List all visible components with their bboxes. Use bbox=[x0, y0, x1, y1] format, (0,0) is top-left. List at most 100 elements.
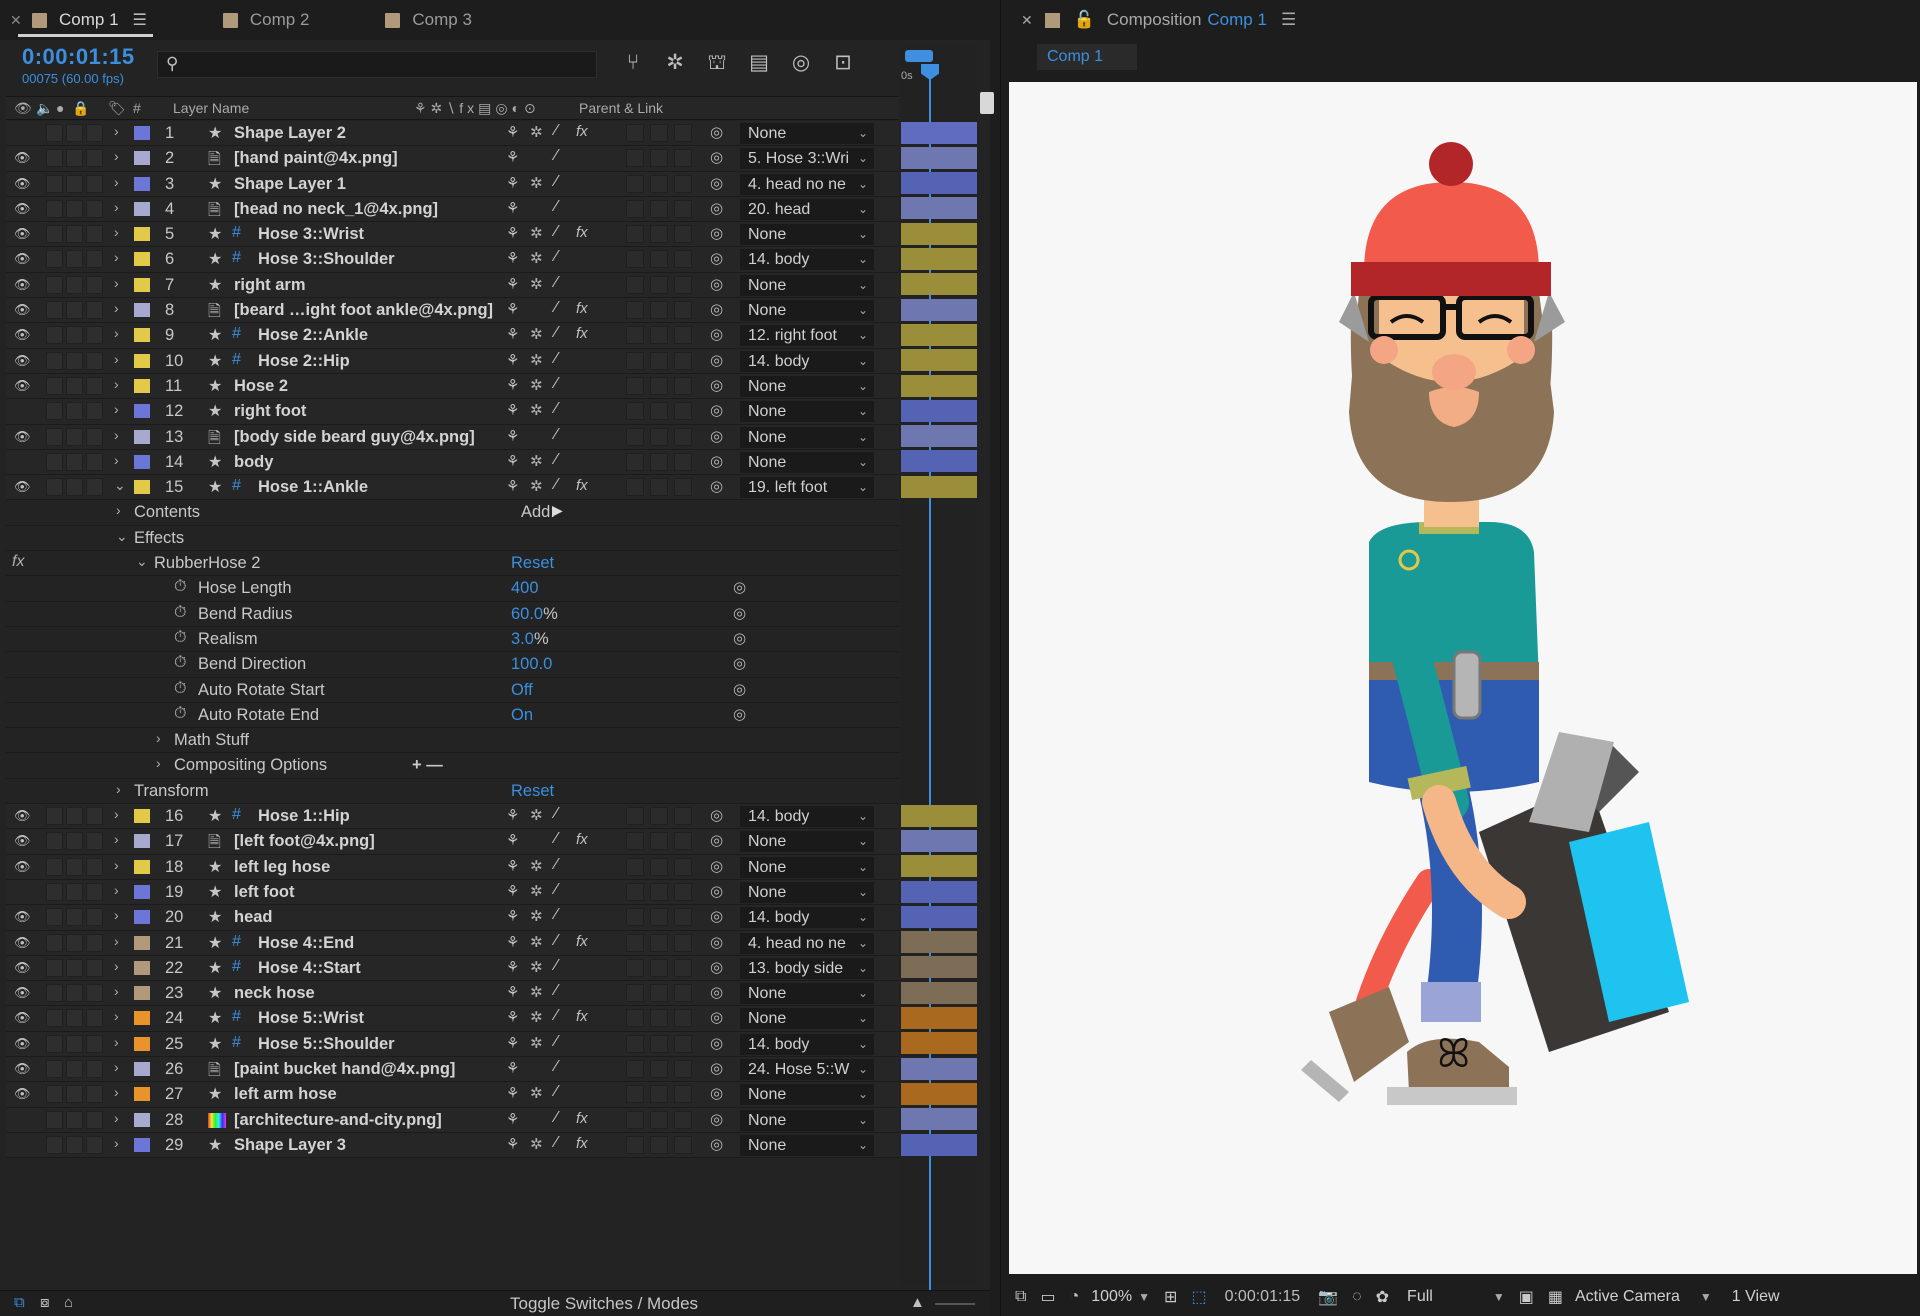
work-area-start[interactable] bbox=[905, 50, 933, 62]
layer-duration-bar[interactable] bbox=[901, 1057, 977, 1080]
switch-box[interactable] bbox=[674, 1059, 692, 1078]
pick-whip-icon[interactable]: ◎ bbox=[710, 1084, 723, 1102]
label-color[interactable] bbox=[134, 1112, 150, 1127]
solo-toggle[interactable] bbox=[66, 478, 83, 497]
always-preview-icon[interactable]: ⧉ bbox=[1015, 1288, 1026, 1306]
switch-box[interactable] bbox=[626, 149, 644, 168]
label-color[interactable] bbox=[134, 454, 150, 469]
switch-box[interactable] bbox=[626, 807, 644, 826]
layer-name[interactable]: [head no neck_1@4x.png] bbox=[234, 200, 438, 219]
pick-whip-icon[interactable]: ◎ bbox=[710, 300, 723, 318]
collapse-switch-icon[interactable]: ✲ bbox=[530, 351, 543, 369]
pick-whip-icon[interactable]: ◎ bbox=[710, 1059, 723, 1077]
shy-switch-icon[interactable]: ⚘ bbox=[506, 174, 519, 192]
label-color[interactable] bbox=[134, 935, 150, 950]
quality-switch-icon[interactable]: ⁄ bbox=[555, 1007, 558, 1025]
chevron-down-icon[interactable]: ▼ bbox=[1700, 1290, 1712, 1304]
collapse-switch-icon[interactable]: ✲ bbox=[530, 1034, 543, 1052]
audio-toggle[interactable] bbox=[46, 832, 63, 851]
show-snapshot-icon[interactable]: ◌ bbox=[1352, 1288, 1362, 1306]
audio-toggle[interactable] bbox=[46, 351, 63, 370]
lock-toggle[interactable] bbox=[86, 124, 103, 142]
zoom-out-icon[interactable]: ▲ bbox=[910, 1294, 925, 1311]
label-color[interactable] bbox=[134, 480, 150, 495]
switch-box[interactable] bbox=[626, 1135, 644, 1154]
layer-row[interactable]: 👁 › 3 ★ Shape Layer 1 ⚘ ✲ ⁄ ◎ 4. head no ne ⌄ bbox=[6, 171, 899, 197]
transfer-controls-icon[interactable]: ⧇ bbox=[40, 1294, 50, 1311]
layer-name[interactable]: [left foot@4x.png] bbox=[234, 832, 375, 851]
chevron-down-icon[interactable]: ⌄ bbox=[858, 882, 868, 903]
layer-duration-bar[interactable] bbox=[901, 349, 977, 372]
draft-3d-icon[interactable]: ✲ bbox=[662, 50, 688, 76]
layer-name[interactable]: Hose 5::Wrist bbox=[258, 1009, 364, 1028]
layer-row[interactable]: 👁 › 11 ★ Hose 2 ⚘ ✲ ⁄ ◎ None ⌄ bbox=[6, 373, 899, 400]
pick-whip-icon[interactable]: ◎ bbox=[710, 857, 723, 875]
solo-toggle[interactable] bbox=[66, 301, 83, 320]
quality-switch-icon[interactable]: ⁄ bbox=[555, 982, 558, 1000]
parent-select[interactable]: 14. body ⌄ bbox=[740, 249, 874, 271]
layer-row[interactable]: 👁 › 18 ★ left leg hose ⚘ ✲ ⁄ ◎ None ⌄ bbox=[6, 854, 899, 880]
shy-switch-icon[interactable]: ⚘ bbox=[506, 857, 519, 875]
shy-switch-icon[interactable]: ⚘ bbox=[506, 1034, 519, 1052]
switch-box[interactable] bbox=[626, 275, 644, 294]
lock-toggle[interactable] bbox=[86, 326, 103, 345]
eye-icon[interactable]: 👁 bbox=[14, 378, 31, 394]
snapshot-icon[interactable]: 📷 bbox=[1318, 1287, 1338, 1307]
parent-select[interactable]: None ⌄ bbox=[740, 856, 874, 878]
shy-switch-icon[interactable]: ⚘ bbox=[506, 300, 519, 318]
lock-toggle[interactable] bbox=[86, 301, 103, 320]
chevron-down-icon[interactable]: ⌄ bbox=[858, 376, 868, 397]
lock-column-icon[interactable]: 🔒 bbox=[72, 100, 89, 117]
layer-row[interactable]: 👁 › 22 ★ # Hose 4::Start ⚘ ✲ ⁄ ◎ 13. body side ⌄ bbox=[6, 955, 899, 982]
chevron-down-icon[interactable]: ⌄ bbox=[858, 123, 868, 144]
switch-box[interactable] bbox=[650, 174, 668, 193]
audio-toggle[interactable] bbox=[46, 452, 63, 471]
solo-toggle[interactable] bbox=[66, 452, 83, 471]
solo-toggle[interactable] bbox=[66, 1085, 83, 1104]
chevron-right-icon[interactable]: › bbox=[114, 1008, 119, 1024]
parent-select[interactable]: 5. Hose 3::Wri ⌄ bbox=[740, 148, 874, 170]
chevron-down-icon[interactable]: ⌄ bbox=[858, 831, 868, 852]
chevron-down-icon[interactable]: ⌄ bbox=[858, 1034, 868, 1055]
layer-name[interactable]: Hose 3::Wrist bbox=[258, 225, 364, 244]
quality-switch-icon[interactable]: ⁄ bbox=[555, 299, 558, 317]
layer-name[interactable]: body bbox=[234, 453, 273, 472]
layer-name-column[interactable]: Layer Name bbox=[173, 100, 249, 116]
channel-icon[interactable]: ✿ bbox=[1376, 1287, 1389, 1307]
quality-switch-icon[interactable]: ⁄ bbox=[555, 1134, 558, 1152]
eye-icon[interactable]: 👁 bbox=[14, 833, 31, 849]
collapse-switch-icon[interactable]: ✲ bbox=[530, 857, 543, 875]
solo-toggle[interactable] bbox=[66, 807, 83, 826]
switch-box[interactable] bbox=[674, 351, 692, 370]
comp-subtab[interactable]: Comp 1 bbox=[1037, 44, 1137, 70]
label-color[interactable] bbox=[134, 884, 150, 899]
audio-toggle[interactable] bbox=[46, 301, 63, 320]
quality-switch-icon[interactable]: ⁄ bbox=[555, 274, 558, 292]
pick-whip-icon[interactable]: ◎ bbox=[710, 882, 723, 900]
audio-toggle[interactable] bbox=[46, 427, 63, 446]
eye-icon[interactable]: 👁 bbox=[14, 176, 31, 192]
parent-select[interactable]: 14. body ⌄ bbox=[740, 1033, 874, 1055]
shy-switch-icon[interactable]: ⚘ bbox=[506, 275, 519, 293]
layer-row[interactable]: 👁 › 20 ★ head ⚘ ✲ ⁄ ◎ 14. body ⌄ bbox=[6, 905, 899, 931]
label-color[interactable] bbox=[134, 429, 150, 444]
chevron-down-icon[interactable]: ⌄ bbox=[114, 477, 126, 494]
chevron-right-icon[interactable]: › bbox=[114, 123, 119, 139]
math-stuff-group[interactable]: › Math Stuff bbox=[6, 728, 899, 754]
label-color[interactable] bbox=[134, 1137, 150, 1152]
tab-comp-1[interactable]: ✕ Comp 1 ☰ bbox=[0, 0, 161, 40]
parent-select[interactable]: None ⌄ bbox=[740, 123, 874, 144]
shy-switch-icon[interactable]: ⚘ bbox=[506, 401, 519, 419]
switch-box[interactable] bbox=[674, 1110, 692, 1129]
shy-switch-icon[interactable]: ⚘ bbox=[506, 806, 519, 824]
audio-toggle[interactable] bbox=[46, 174, 63, 193]
chevron-right-icon[interactable]: › bbox=[114, 401, 119, 417]
layer-name[interactable]: Hose 2::Ankle bbox=[258, 326, 368, 345]
magnification-select[interactable]: 100% bbox=[1091, 1288, 1132, 1306]
chevron-down-icon[interactable]: ⌄ bbox=[858, 806, 868, 827]
layer-name[interactable]: Hose 5::Shoulder bbox=[258, 1035, 395, 1054]
label-color[interactable] bbox=[134, 201, 150, 216]
quality-switch-icon[interactable]: ⁄ bbox=[555, 1058, 558, 1076]
pick-whip-icon[interactable]: ◎ bbox=[710, 376, 723, 394]
lock-toggle[interactable] bbox=[86, 149, 103, 168]
